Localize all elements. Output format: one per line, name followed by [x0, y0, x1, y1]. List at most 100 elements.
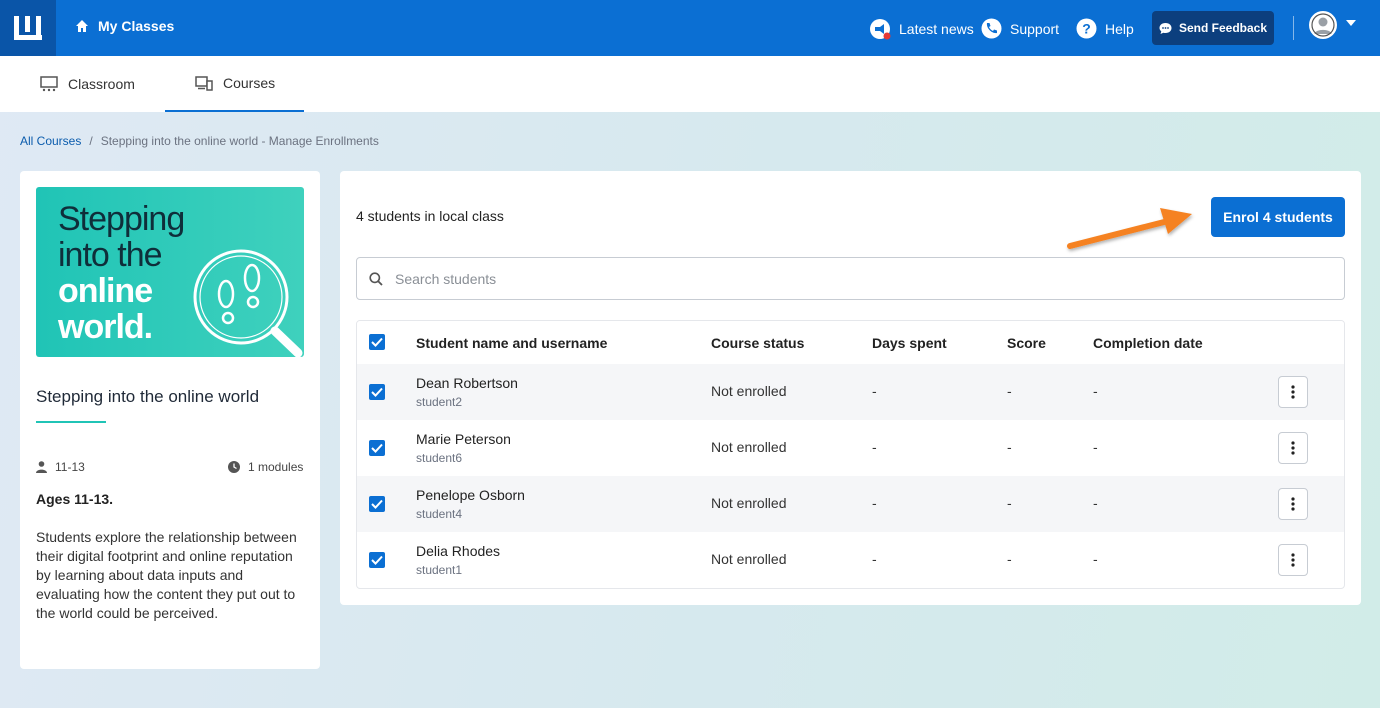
score: - — [1007, 495, 1012, 511]
score: - — [1007, 551, 1012, 567]
tab-classroom[interactable]: Classroom — [40, 56, 135, 112]
modules-label: 1 modules — [248, 460, 304, 474]
student-name: Penelope Osborn — [416, 487, 525, 503]
thumbnail-line-1: Stepping — [58, 200, 185, 238]
breadcrumb: All Courses / Stepping into the online w… — [20, 134, 379, 148]
search-icon — [369, 271, 383, 286]
completion-date: - — [1093, 383, 1098, 399]
course-age-range: 11-13 — [36, 460, 85, 474]
help-label: Help — [1105, 20, 1134, 37]
send-feedback-button[interactable]: Send Feedback — [1152, 11, 1274, 45]
checkmark-icon — [371, 337, 383, 347]
column-header-score[interactable]: Score — [1007, 335, 1046, 351]
courses-icon — [195, 76, 213, 91]
support-label: Support — [1010, 20, 1060, 37]
my-classes-label: My Classes — [98, 18, 175, 34]
days-spent: - — [872, 551, 877, 567]
ages-heading: Ages 11-13. — [36, 491, 114, 507]
row-actions-button[interactable] — [1278, 544, 1308, 576]
score: - — [1007, 383, 1012, 399]
search-input[interactable] — [395, 270, 1295, 287]
top-navigation-bar: My Classes Latest news Support ? Help Se… — [0, 0, 1380, 56]
help-link[interactable]: ? Help — [1076, 18, 1134, 39]
row-checkbox[interactable] — [369, 552, 385, 568]
person-icon — [36, 461, 47, 473]
row-checkbox[interactable] — [369, 384, 385, 400]
more-vertical-icon — [1291, 497, 1295, 511]
course-modules: 1 modules — [228, 460, 303, 474]
checkmark-icon — [371, 387, 383, 397]
tab-courses-label: Courses — [223, 75, 276, 91]
course-title: Stepping into the online world — [36, 387, 260, 406]
enrollment-panel: 4 students in local class Enrol 4 studen… — [340, 171, 1361, 605]
completion-date: - — [1093, 495, 1098, 511]
classroom-icon — [40, 76, 58, 92]
breadcrumb-separator: / — [89, 134, 93, 148]
checkmark-icon — [371, 555, 383, 565]
table-row: Marie Peterson student6 Not enrolled - -… — [357, 420, 1344, 476]
header-divider — [1293, 16, 1294, 40]
table-row: Dean Robertson student2 Not enrolled - -… — [357, 364, 1344, 420]
app-logo[interactable] — [0, 0, 56, 56]
latest-news-link[interactable]: Latest news — [869, 18, 974, 40]
course-description: Students explore the relationship betwee… — [36, 529, 297, 621]
support-link[interactable]: Support — [981, 18, 1059, 39]
row-checkbox[interactable] — [369, 496, 385, 512]
more-vertical-icon — [1291, 441, 1295, 455]
table-row: Penelope Osborn student4 Not enrolled - … — [357, 476, 1344, 532]
user-icon — [1311, 13, 1335, 37]
course-status: Not enrolled — [711, 495, 787, 511]
row-actions-button[interactable] — [1278, 432, 1308, 464]
days-spent: - — [872, 439, 877, 455]
more-vertical-icon — [1291, 385, 1295, 399]
column-header-name[interactable]: Student name and username — [416, 335, 607, 351]
select-all-checkbox[interactable] — [369, 334, 385, 350]
row-actions-button[interactable] — [1278, 376, 1308, 408]
tab-courses[interactable]: Courses — [165, 56, 304, 112]
account-menu-chevron-down-icon[interactable] — [1346, 20, 1356, 26]
help-icon: ? — [1076, 18, 1097, 39]
course-info-card: Stepping into the online world. Stepping… — [20, 171, 320, 669]
magnifier-footprints-icon — [193, 249, 303, 357]
row-actions-button[interactable] — [1278, 488, 1308, 520]
column-header-status[interactable]: Course status — [711, 335, 804, 351]
annotation-arrow-icon — [1067, 208, 1192, 249]
days-spent: - — [872, 383, 877, 399]
score: - — [1007, 439, 1012, 455]
breadcrumb-current: Stepping into the online world - Manage … — [100, 134, 379, 148]
breadcrumb-all-courses[interactable]: All Courses — [20, 134, 81, 148]
enrol-students-button[interactable]: Enrol 4 students — [1211, 197, 1345, 237]
column-header-completion[interactable]: Completion date — [1093, 335, 1203, 351]
student-username: student6 — [416, 451, 463, 465]
checkmark-icon — [371, 499, 383, 509]
svg-text:?: ? — [1082, 21, 1091, 37]
student-name: Dean Robertson — [416, 375, 518, 391]
section-tabs: Classroom Courses — [0, 56, 1380, 112]
table-header: Student name and username Course status … — [357, 321, 1344, 364]
my-classes-link[interactable]: My Classes — [76, 18, 174, 34]
column-header-days[interactable]: Days spent — [872, 335, 947, 351]
latest-news-label: Latest news — [899, 21, 974, 37]
table-row: Delia Rhodes student1 Not enrolled - - - — [357, 532, 1344, 588]
students-count-label: 4 students in local class — [356, 208, 504, 224]
tab-classroom-label: Classroom — [68, 76, 135, 92]
age-range-label: 11-13 — [55, 460, 85, 474]
user-avatar[interactable] — [1309, 11, 1337, 39]
course-status: Not enrolled — [711, 439, 787, 455]
chat-bubble-icon — [1159, 22, 1172, 34]
course-status: Not enrolled — [711, 383, 787, 399]
student-username: student2 — [416, 395, 463, 409]
checkmark-icon — [371, 443, 383, 453]
completion-date: - — [1093, 551, 1098, 567]
student-name: Delia Rhodes — [416, 543, 501, 559]
megaphone-icon — [870, 19, 891, 40]
course-thumbnail: Stepping into the online world. — [36, 187, 304, 357]
row-checkbox[interactable] — [369, 440, 385, 456]
student-username: student1 — [416, 563, 463, 577]
logo-icon — [14, 16, 42, 40]
phone-icon — [981, 18, 1002, 39]
home-icon — [76, 20, 88, 32]
search-field[interactable] — [356, 257, 1345, 300]
title-underline — [36, 421, 106, 423]
students-table: Student name and username Course status … — [356, 320, 1345, 589]
